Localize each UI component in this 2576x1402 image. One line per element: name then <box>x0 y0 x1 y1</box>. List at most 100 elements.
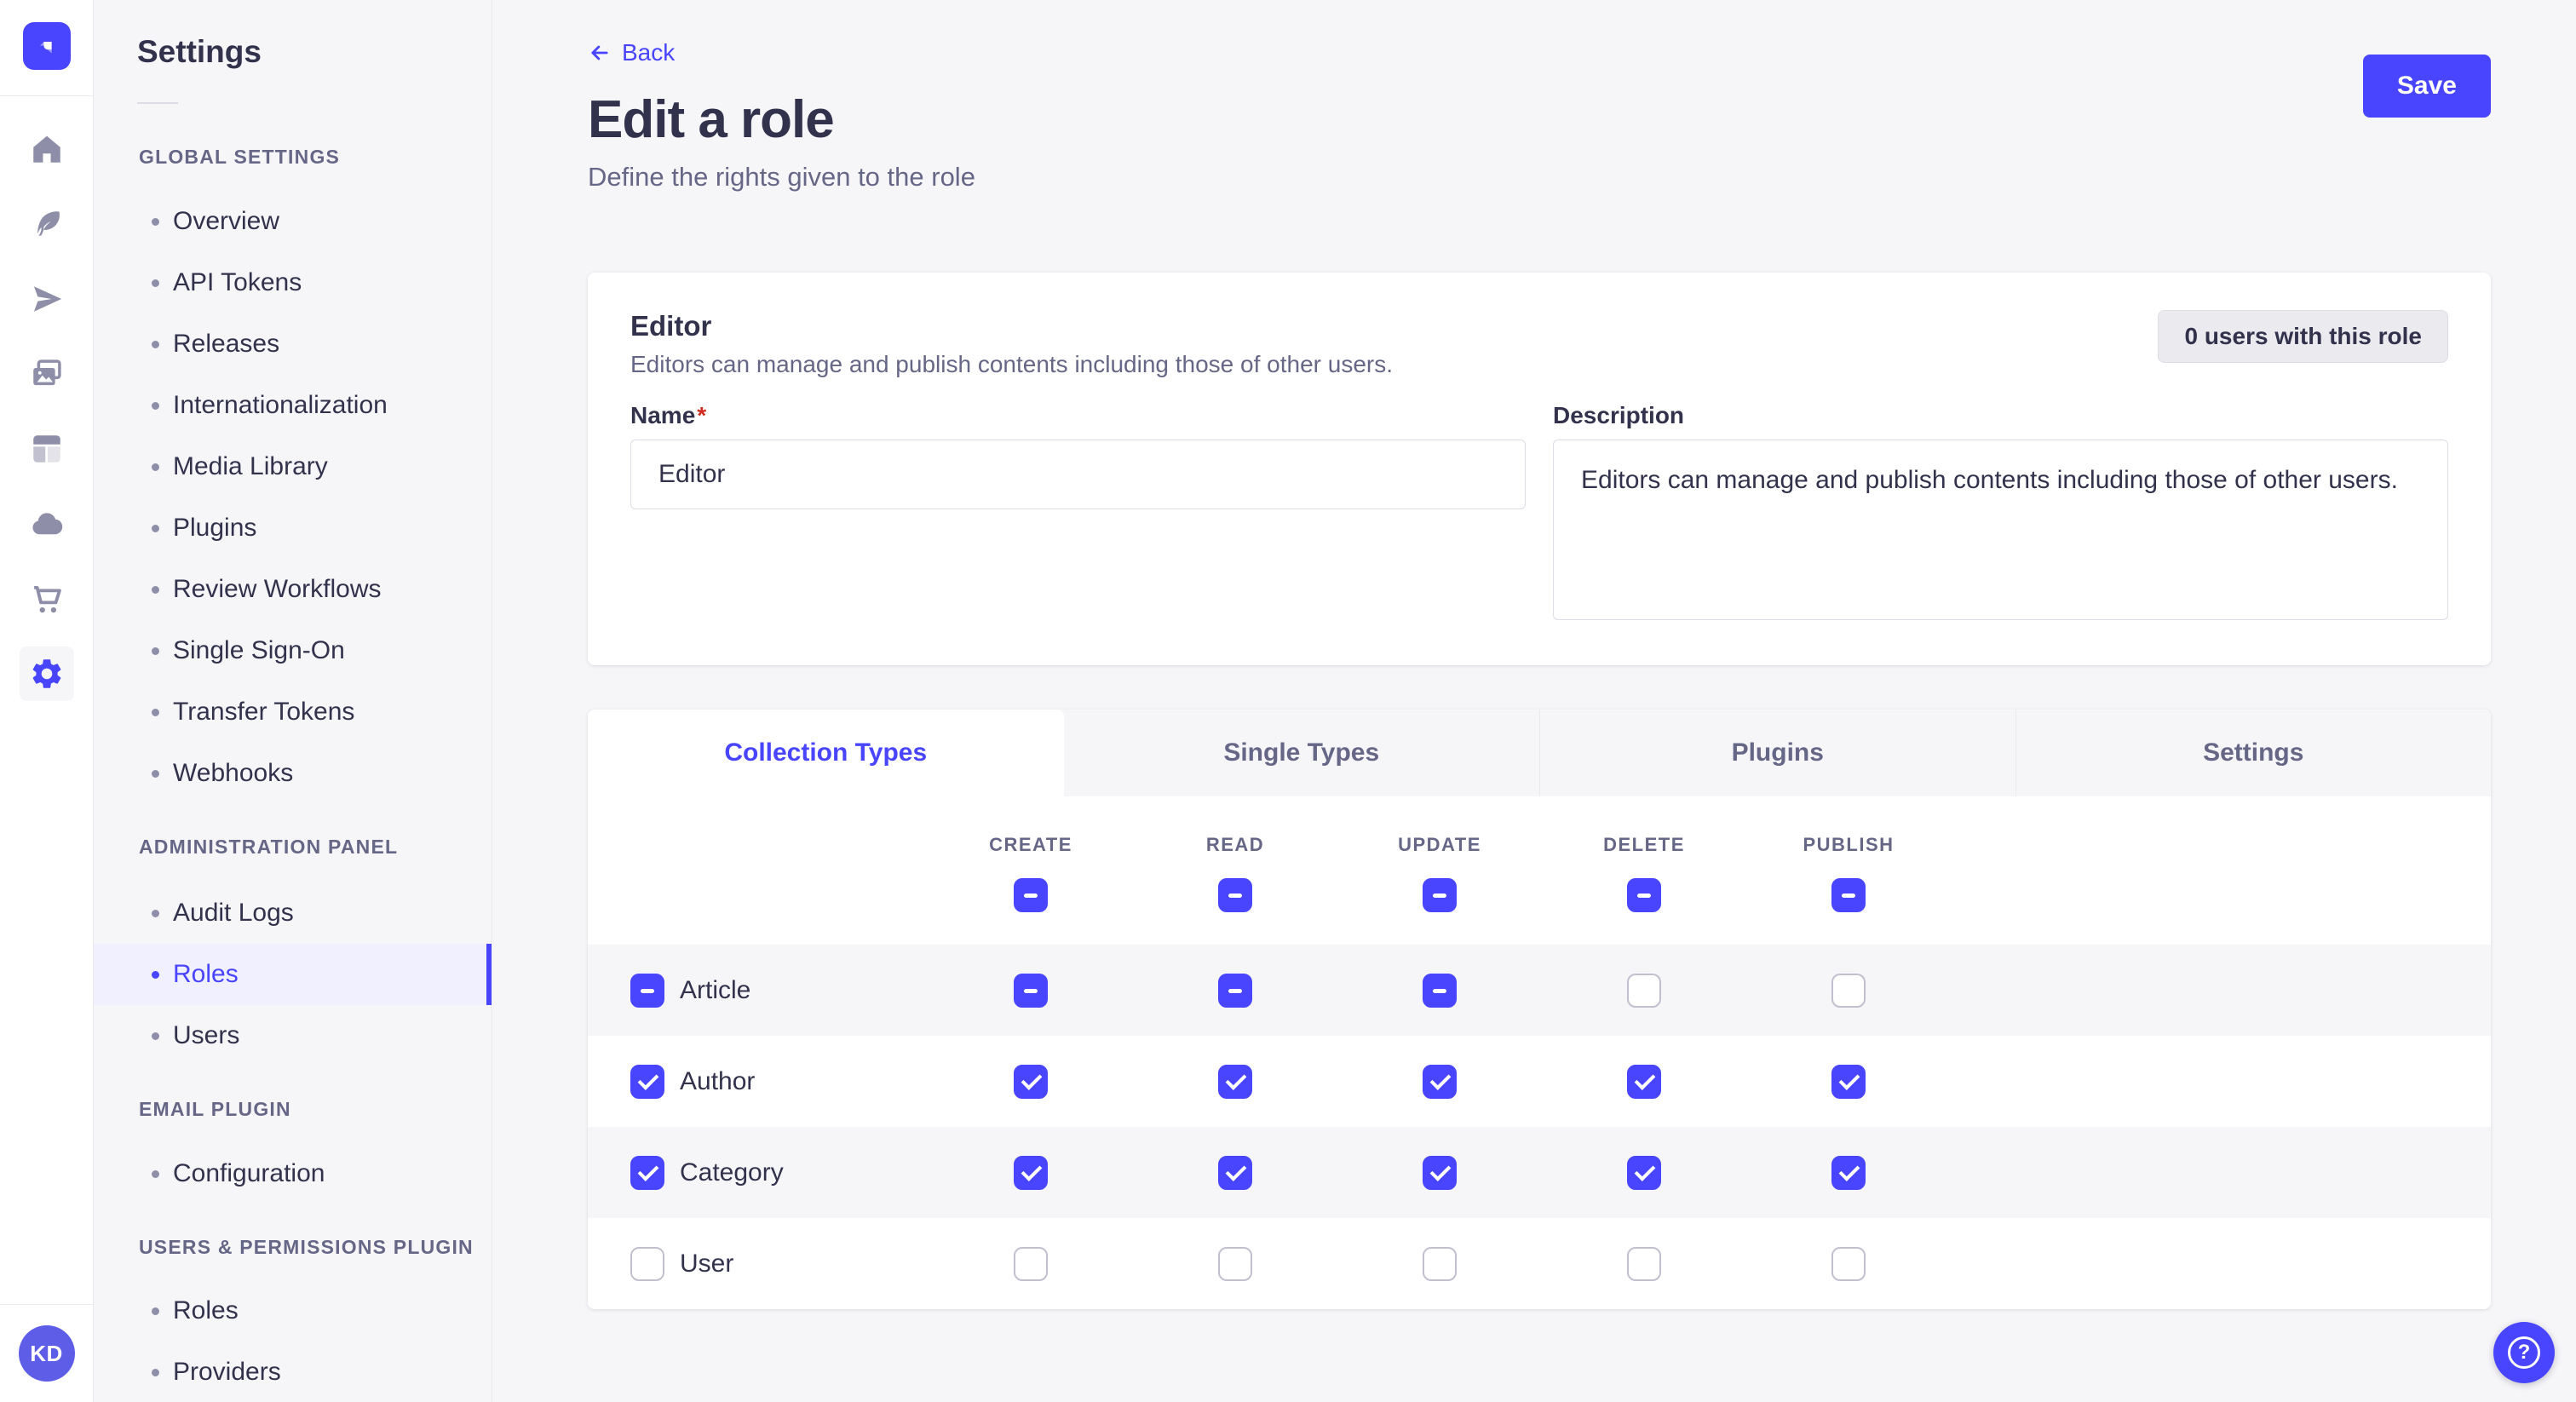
tab-collection-types[interactable]: Collection Types <box>588 710 1064 796</box>
bullet-icon <box>152 1032 159 1040</box>
sidebar-item-internationalization[interactable]: Internationalization <box>94 375 492 436</box>
column-header-create: CREATE <box>989 834 1072 856</box>
checkbox-author-create[interactable] <box>1014 1065 1048 1099</box>
bullet-icon <box>152 709 159 716</box>
sidebar-item-audit-logs[interactable]: Audit Logs <box>94 882 492 944</box>
strapi-logo[interactable] <box>23 22 71 70</box>
checkbox-author-update[interactable] <box>1423 1065 1457 1099</box>
content-type-builder-button[interactable] <box>20 422 74 476</box>
section-heading-users-permissions-plugin: USERS & PERMISSIONS PLUGIN <box>94 1235 492 1259</box>
column-header-update: UPDATE <box>1398 834 1481 856</box>
deploy-button[interactable] <box>20 497 74 551</box>
role-description-text: Editors can manage and publish contents … <box>630 351 1393 378</box>
sidebar-item-providers[interactable]: Providers <box>94 1342 492 1402</box>
tab-single-types[interactable]: Single Types <box>1064 710 1540 796</box>
column-header-publish: PUBLISH <box>1803 834 1894 856</box>
master-checkbox-update[interactable] <box>1423 878 1457 912</box>
checkbox-article-delete[interactable] <box>1627 974 1661 1008</box>
permissions-table: CREATE READ UPDATE DELETE PUBLISH <box>588 796 2491 1309</box>
sidebar-item-webhooks[interactable]: Webhooks <box>94 743 492 804</box>
row-label: Category <box>680 1158 784 1187</box>
cart-icon <box>29 581 65 617</box>
sidebar-item-roles[interactable]: Roles <box>94 944 492 1005</box>
checkbox-category-update[interactable] <box>1423 1156 1457 1190</box>
page-title: Edit a role <box>588 89 2491 150</box>
users-with-role-badge[interactable]: 0 users with this role <box>2158 310 2448 363</box>
strapi-logo-icon <box>32 32 61 60</box>
row-checkbox-category[interactable] <box>630 1156 664 1190</box>
paper-plane-icon <box>29 281 65 317</box>
master-checkbox-create[interactable] <box>1014 878 1048 912</box>
save-button[interactable]: Save <box>2363 55 2491 118</box>
content-manager-button[interactable] <box>20 197 74 251</box>
sidebar-item-users[interactable]: Users <box>94 1005 492 1066</box>
layout-icon <box>29 431 65 467</box>
master-checkbox-publish[interactable] <box>1831 878 1866 912</box>
marketplace-button[interactable] <box>20 572 74 626</box>
settings-button[interactable] <box>20 646 74 701</box>
checkbox-author-delete[interactable] <box>1627 1065 1661 1099</box>
sidebar-item-releases[interactable]: Releases <box>94 313 492 375</box>
checkbox-user-publish[interactable] <box>1831 1247 1866 1281</box>
required-asterisk: * <box>697 402 706 428</box>
checkbox-category-delete[interactable] <box>1627 1156 1661 1190</box>
sidebar-item-api-tokens[interactable]: API Tokens <box>94 252 492 313</box>
tab-plugins[interactable]: Plugins <box>1539 710 2015 796</box>
sidebar-item-media-library[interactable]: Media Library <box>94 436 492 497</box>
releases-button[interactable] <box>20 272 74 326</box>
row-checkbox-user[interactable] <box>630 1247 664 1281</box>
back-label: Back <box>622 39 675 66</box>
bullet-icon <box>152 218 159 226</box>
column-header-delete: DELETE <box>1603 834 1685 856</box>
description-field-label: Description <box>1553 402 2448 429</box>
bullet-icon <box>152 1307 159 1315</box>
home-button[interactable] <box>20 122 74 176</box>
row-checkbox-article[interactable] <box>630 974 664 1008</box>
bullet-icon <box>152 463 159 471</box>
sidebar-item-review-workflows[interactable]: Review Workflows <box>94 559 492 620</box>
checkbox-article-update[interactable] <box>1423 974 1457 1008</box>
checkbox-user-create[interactable] <box>1014 1247 1048 1281</box>
checkbox-article-create[interactable] <box>1014 974 1048 1008</box>
checkbox-category-publish[interactable] <box>1831 1156 1866 1190</box>
checkbox-user-update[interactable] <box>1423 1247 1457 1281</box>
table-row-author: Author <box>588 1036 2491 1127</box>
checkbox-article-read[interactable] <box>1218 974 1252 1008</box>
master-checkbox-read[interactable] <box>1218 878 1252 912</box>
sidebar-item-transfer-tokens[interactable]: Transfer Tokens <box>94 681 492 743</box>
bullet-icon <box>152 971 159 979</box>
table-row-article: Article <box>588 945 2491 1036</box>
checkbox-author-read[interactable] <box>1218 1065 1252 1099</box>
user-avatar[interactable]: KD <box>19 1325 75 1382</box>
sidebar-item-configuration[interactable]: Configuration <box>94 1143 492 1204</box>
back-link[interactable]: Back <box>588 39 675 66</box>
master-checkbox-delete[interactable] <box>1627 878 1661 912</box>
column-header-read: READ <box>1206 834 1264 856</box>
permissions-panel: Collection Types Single Types Plugins Se… <box>588 710 2491 1309</box>
bullet-icon <box>152 525 159 532</box>
checkbox-category-create[interactable] <box>1014 1156 1048 1190</box>
media-library-button[interactable] <box>20 347 74 401</box>
checkbox-article-publish[interactable] <box>1831 974 1866 1008</box>
section-heading-administration-panel: ADMINISTRATION PANEL <box>94 835 492 859</box>
bullet-icon <box>152 770 159 778</box>
row-checkbox-author[interactable] <box>630 1065 664 1099</box>
tab-settings[interactable]: Settings <box>2015 710 2492 796</box>
checkbox-user-read[interactable] <box>1218 1247 1252 1281</box>
main-content: Back Edit a role Define the rights given… <box>492 0 2576 1402</box>
sidebar-item-up-roles[interactable]: Roles <box>94 1280 492 1342</box>
icon-rail: KD <box>0 0 94 1402</box>
checkbox-user-delete[interactable] <box>1627 1247 1661 1281</box>
role-description-textarea[interactable]: Editors can manage and publish contents … <box>1553 440 2448 620</box>
bullet-icon <box>152 402 159 410</box>
bullet-icon <box>152 1369 159 1376</box>
back-arrow-icon <box>588 41 612 65</box>
sidebar-item-overview[interactable]: Overview <box>94 191 492 252</box>
help-button[interactable]: ? <box>2493 1322 2555 1383</box>
checkbox-category-read[interactable] <box>1218 1156 1252 1190</box>
sidebar-item-plugins[interactable]: Plugins <box>94 497 492 559</box>
table-row-user: User <box>588 1218 2491 1309</box>
role-name-input[interactable] <box>630 440 1526 509</box>
checkbox-author-publish[interactable] <box>1831 1065 1866 1099</box>
sidebar-item-single-sign-on[interactable]: Single Sign-On <box>94 620 492 681</box>
